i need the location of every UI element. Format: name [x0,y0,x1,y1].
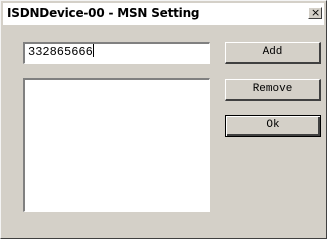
text-caret [92,44,94,57]
add-button[interactable]: Add [225,42,321,64]
close-icon: × [311,6,321,19]
msn-number-input[interactable]: 332865666 [23,42,210,64]
remove-button[interactable]: Remove [225,79,321,101]
window-title: ISDNDevice-00 - MSN Setting [7,6,200,20]
msn-input-value: 332865666 [28,45,93,59]
title-bar[interactable]: ISDNDevice-00 - MSN Setting × [3,3,324,25]
ok-button[interactable]: Ok [225,115,321,137]
msn-list-box[interactable] [23,78,210,212]
close-button[interactable]: × [308,6,322,19]
msn-setting-dialog: ISDNDevice-00 - MSN Setting × 332865666 … [0,0,327,239]
